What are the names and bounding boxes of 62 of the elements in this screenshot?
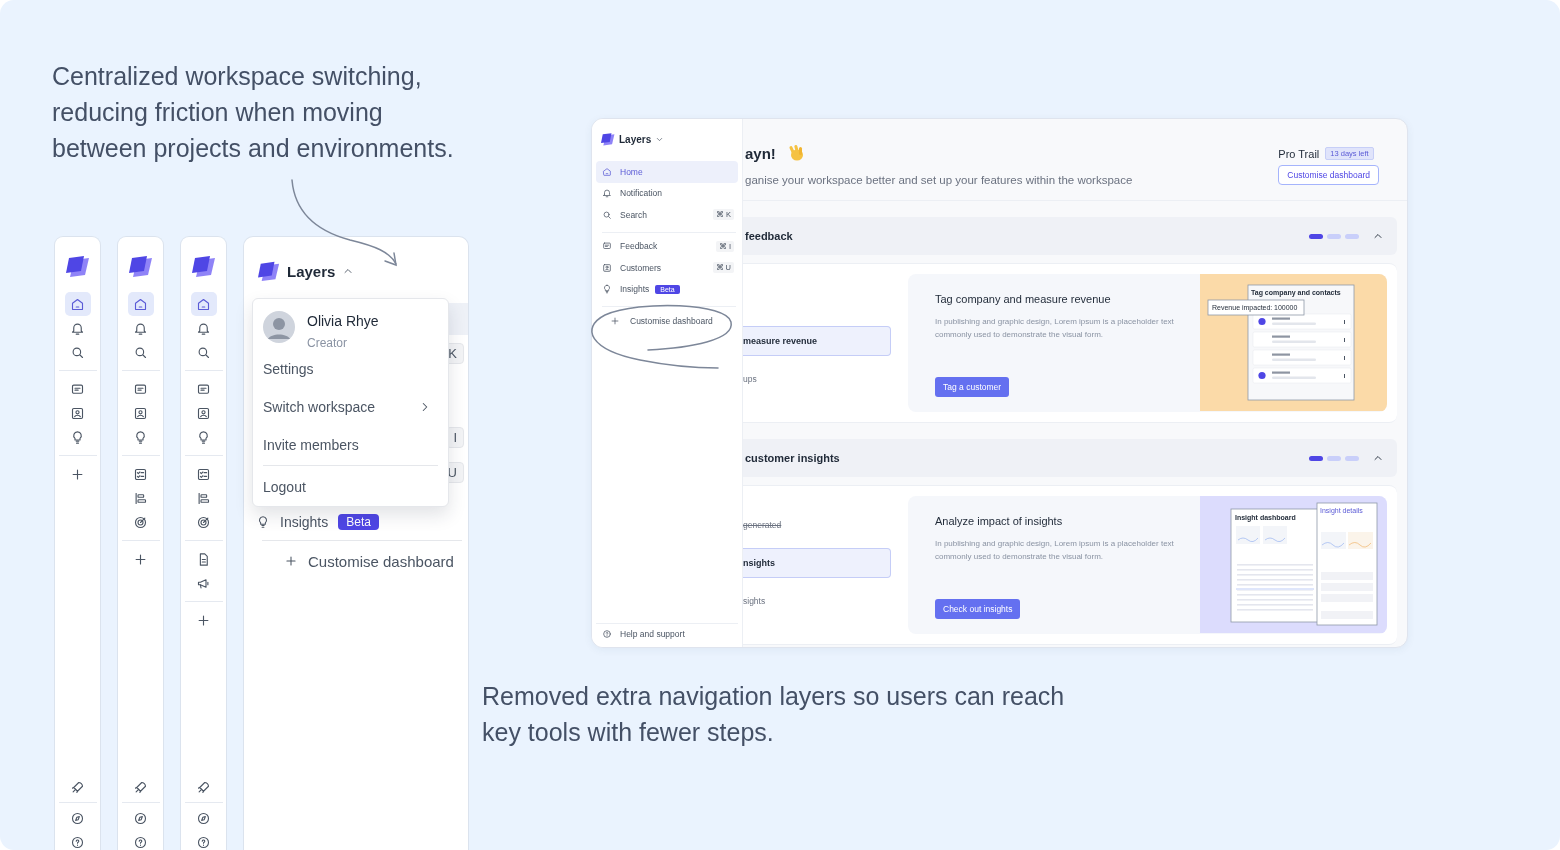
nav-label: Feedback xyxy=(620,241,658,252)
task-item[interactable]: ups xyxy=(743,364,891,394)
section-title: customer insights xyxy=(745,452,840,464)
help-icon xyxy=(602,629,612,639)
plus-icon xyxy=(284,554,298,568)
section-header[interactable]: customer insights xyxy=(743,439,1397,477)
nav-item[interactable]: Home xyxy=(596,161,738,183)
card-title: Analyze impact of insights xyxy=(935,515,1064,527)
customise-dashboard-link[interactable]: Customise dashboard xyxy=(308,552,454,570)
home-icon[interactable] xyxy=(64,292,91,316)
search-icon xyxy=(602,209,612,220)
section-title: feedback xyxy=(745,230,793,242)
logo-icon xyxy=(258,260,280,282)
menu-item[interactable]: Settings xyxy=(263,350,438,388)
nav-item[interactable]: Customise dashboard xyxy=(596,310,738,332)
user-name: Olivia Rhye xyxy=(307,313,379,329)
nav-item[interactable]: Notification xyxy=(596,182,738,204)
menu-item[interactable]: Logout xyxy=(263,468,438,506)
section-header[interactable]: feedback xyxy=(743,217,1397,255)
menu-item[interactable]: Invite members xyxy=(263,426,438,464)
logo-icon xyxy=(601,132,615,146)
logo-icon xyxy=(128,254,153,278)
primary-button[interactable]: Tag a customer xyxy=(935,377,1010,397)
nav-label: Search xyxy=(620,209,647,220)
customise-dashboard-button[interactable]: Customise dashboard xyxy=(1278,165,1379,185)
lightbulb-icon xyxy=(602,284,612,295)
workspace-name[interactable]: Layers xyxy=(287,262,336,280)
nav-label: Notification xyxy=(620,188,663,199)
home-icon[interactable] xyxy=(190,292,217,316)
card-description: In publishing and graphic design, Lorem ipsum is a placeholder text commonly used to demonstrate the visual form. xyxy=(935,538,1175,563)
menu-item[interactable]: Switch workspace xyxy=(263,388,438,426)
home-icon xyxy=(602,166,612,177)
card-description: In publishing and graphic design, Lorem ipsum is a placeholder text commonly used to demonstrate the visual form. xyxy=(935,316,1175,341)
caption-text: Removed extra navigation layers so users can reach key tools with fewer steps. xyxy=(482,681,1066,748)
chat-icon xyxy=(602,241,612,252)
greeting-title: ayn! xyxy=(745,144,776,162)
lightbulb-icon xyxy=(256,515,270,529)
user-role: Creator xyxy=(307,336,348,350)
beta-badge: Beta xyxy=(338,514,379,530)
home-icon[interactable] xyxy=(127,292,154,316)
card-title: Tag company and measure revenue xyxy=(935,293,1112,305)
workspace-name[interactable]: Layers xyxy=(619,133,652,145)
contact-card-icon xyxy=(602,262,612,273)
plan-name: Pro Trail xyxy=(1278,147,1320,160)
caption-text: Centralized workspace switching, reducing friction when moving between projects and environments. xyxy=(52,61,455,164)
logo-icon xyxy=(191,254,216,278)
logo-icon xyxy=(65,254,90,278)
help-link[interactable]: Help and support xyxy=(596,622,738,645)
primary-button[interactable]: Check out insights xyxy=(935,599,1021,619)
plus-icon xyxy=(610,315,620,326)
nav-label[interactable]: Insights xyxy=(280,514,329,530)
nav-label: Insights xyxy=(620,284,650,295)
bell-icon xyxy=(602,188,612,199)
nav-label: Customers xyxy=(620,262,662,273)
nav-label: Home xyxy=(620,166,643,177)
avatar xyxy=(263,311,295,343)
nav-label: Customise dashboard xyxy=(630,315,713,326)
task-item[interactable]: nsights xyxy=(743,548,891,578)
task-item[interactable]: generated xyxy=(743,510,891,540)
greeting-subtitle: ganise your workspace better and set up your features within the workspace xyxy=(745,174,1133,186)
task-item[interactable]: measure revenue xyxy=(743,326,891,356)
task-item[interactable]: sights xyxy=(743,586,891,616)
